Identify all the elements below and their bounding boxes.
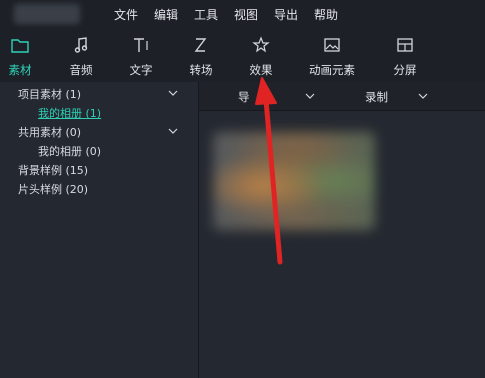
menu-bar: 文件 编辑 工具 视图 导出 帮助 <box>0 0 485 30</box>
tree-project-media[interactable]: 项目素材 (1) <box>18 86 81 102</box>
effects-icon <box>231 36 291 56</box>
import-dropdown[interactable]: 导 <box>238 89 250 105</box>
folder-icon <box>0 36 50 56</box>
media-thumbnail[interactable] <box>213 132 375 230</box>
menu-tools[interactable]: 工具 <box>194 6 218 23</box>
menu-edit[interactable]: 编辑 <box>154 6 178 23</box>
transition-icon <box>171 36 231 56</box>
tree-my-album-shared[interactable]: 我的相册 (0) <box>38 143 101 159</box>
tab-transition[interactable]: 转场 <box>171 36 231 78</box>
tab-effects-label: 效果 <box>249 63 273 77</box>
tab-split-screen-label: 分屏 <box>393 63 417 77</box>
tree-shared-media[interactable]: 共用素材 (0) <box>18 124 81 140</box>
tree-my-album-project[interactable]: 我的相册 (1) <box>38 105 101 121</box>
chevron-down-icon[interactable] <box>168 128 178 134</box>
tab-media[interactable]: 素材 <box>0 36 50 78</box>
menu-view[interactable]: 视图 <box>234 6 258 23</box>
menu-help[interactable]: 帮助 <box>314 6 338 23</box>
tab-media-label: 素材 <box>8 63 32 77</box>
tree-background-samples[interactable]: 背景样例 (15) <box>18 162 88 178</box>
menu-file[interactable]: 文件 <box>114 6 138 23</box>
split-screen-icon <box>375 36 435 56</box>
chevron-down-icon[interactable] <box>418 93 428 99</box>
media-panel: 导 录制 <box>199 82 485 378</box>
tab-animated-elements-label: 动画元素 <box>309 63 355 77</box>
media-toolbar: 素材 音频 文字 转场 效果 动画元素 分屏 <box>0 30 485 82</box>
text-icon <box>111 36 171 56</box>
tab-audio[interactable]: 音频 <box>51 36 111 78</box>
media-library-tree: 项目素材 (1) 我的相册 (1) 共用素材 (0) 我的相册 (0) 背景样例… <box>0 82 199 378</box>
music-note-icon <box>51 36 111 56</box>
tab-animated-elements[interactable]: 动画元素 <box>302 36 362 78</box>
tab-audio-label: 音频 <box>69 63 93 77</box>
media-panel-header: 导 录制 <box>199 82 485 111</box>
tab-text[interactable]: 文字 <box>111 36 171 78</box>
tab-text-label: 文字 <box>129 63 153 77</box>
tree-intro-samples[interactable]: 片头样例 (20) <box>18 181 88 197</box>
app-logo <box>14 4 80 24</box>
image-icon <box>302 36 362 56</box>
tab-split-screen[interactable]: 分屏 <box>375 36 435 78</box>
tab-effects[interactable]: 效果 <box>231 36 291 78</box>
menu-export[interactable]: 导出 <box>274 6 298 23</box>
chevron-down-icon[interactable] <box>168 90 178 96</box>
chevron-down-icon[interactable] <box>305 93 315 99</box>
record-dropdown[interactable]: 录制 <box>365 89 388 105</box>
tab-transition-label: 转场 <box>189 63 213 77</box>
